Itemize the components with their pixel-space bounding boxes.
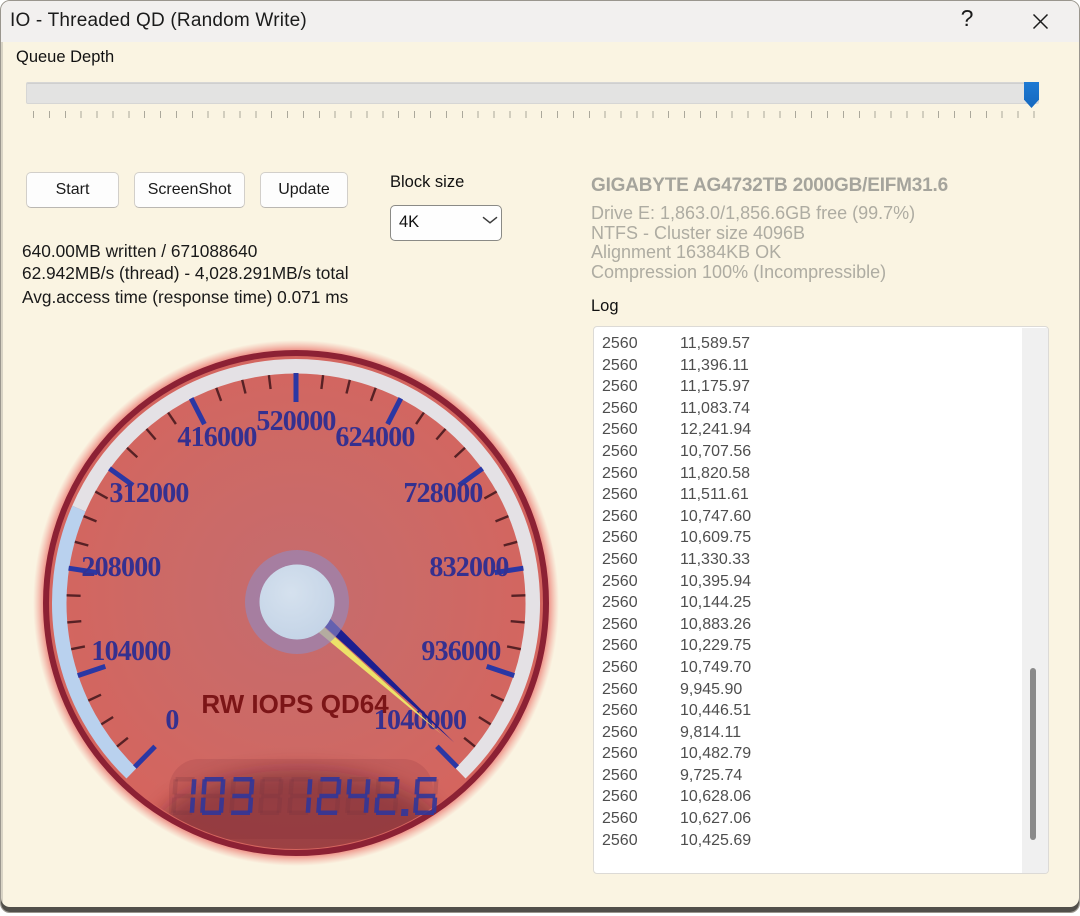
svg-text:104000: 104000 <box>91 636 170 667</box>
svg-text:RW IOPS QD64: RW IOPS QD64 <box>201 689 389 719</box>
svg-text:312000: 312000 <box>109 478 188 509</box>
svg-text:0: 0 <box>165 705 178 736</box>
svg-text:624000: 624000 <box>335 422 414 453</box>
svg-text:832000: 832000 <box>429 552 508 583</box>
svg-text:936000: 936000 <box>421 636 500 667</box>
svg-text:728000: 728000 <box>403 478 482 509</box>
svg-text:208000: 208000 <box>81 552 160 583</box>
svg-text:520000: 520000 <box>256 406 335 437</box>
svg-text:416000: 416000 <box>177 422 256 453</box>
